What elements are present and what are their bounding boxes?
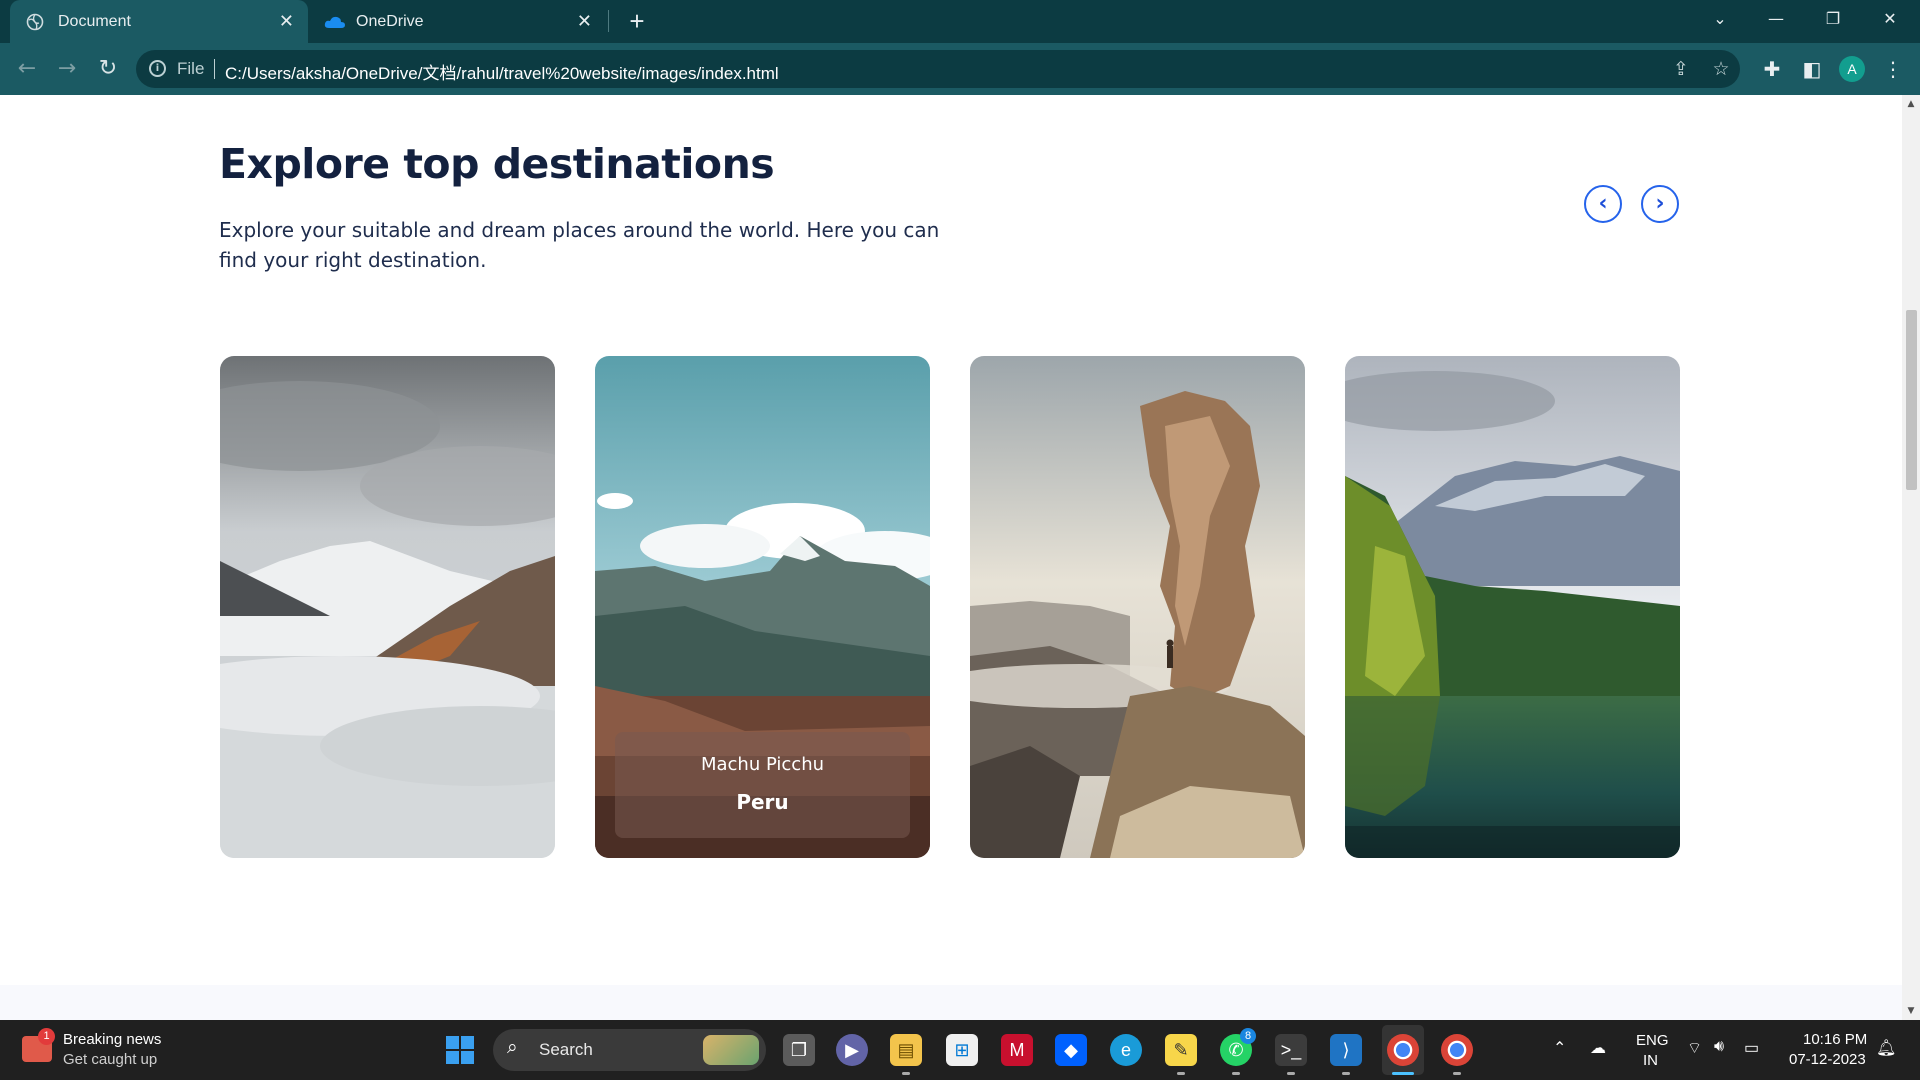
- back-arrow-icon[interactable]: ←: [10, 52, 44, 86]
- forward-arrow-icon[interactable]: →: [50, 52, 84, 86]
- destination-country: Peru: [736, 790, 789, 814]
- file-explorer-icon[interactable]: ▤: [890, 1034, 922, 1066]
- teams-chat-icon[interactable]: ▶: [836, 1034, 868, 1066]
- web-page: Explore top destinations Explore your su…: [0, 95, 1902, 1020]
- dropbox-icon[interactable]: ◆: [1055, 1034, 1087, 1066]
- info-icon[interactable]: i: [149, 60, 166, 77]
- running-indicator: [1232, 1072, 1240, 1075]
- file-scheme-label: File: [177, 59, 205, 78]
- tab-separator: [608, 10, 609, 32]
- tab-close-icon[interactable]: ✕: [279, 11, 294, 32]
- edge-browser-icon[interactable]: e: [1110, 1034, 1142, 1066]
- running-indicator: [1453, 1072, 1461, 1075]
- tab-close-icon[interactable]: ✕: [577, 11, 592, 32]
- task-view-icon[interactable]: ❐: [783, 1034, 815, 1066]
- page-title: Explore top destinations: [219, 140, 775, 188]
- windows-taskbar: 1 Breaking news Get caught up ⌕ Search ❐…: [0, 1020, 1920, 1080]
- scrollbar-thumb[interactable]: [1906, 310, 1917, 490]
- destination-caption: Machu Picchu Peru: [615, 732, 910, 838]
- globe-icon: [26, 13, 44, 30]
- alpine-lake-forest-image: [1345, 356, 1680, 858]
- carousel-next-button[interactable]: ›: [1641, 185, 1679, 223]
- address-separator: [214, 59, 215, 79]
- bookmark-star-icon[interactable]: ☆: [1708, 56, 1734, 82]
- search-icon: ⌕: [507, 1037, 518, 1058]
- scroll-down-arrow-icon[interactable]: ▼: [1902, 1006, 1920, 1016]
- running-indicator: [1177, 1072, 1185, 1075]
- url-text[interactable]: C:/Users/aksha/OneDrive/文档/rahul/travel%…: [225, 59, 779, 84]
- destination-card-canyon[interactable]: [970, 356, 1305, 858]
- terminal-icon[interactable]: >_: [1275, 1034, 1307, 1066]
- clock-date[interactable]: 07-12-2023: [1789, 1051, 1866, 1068]
- new-tab-button[interactable]: +: [622, 6, 652, 36]
- tab-title: Document: [58, 12, 131, 30]
- destination-place: Machu Picchu: [700, 754, 825, 775]
- wifi-icon[interactable]: ⌔: [1687, 1038, 1702, 1058]
- notification-bell-icon[interactable]: 🔔︎: [1876, 1038, 1896, 1058]
- news-widget-title[interactable]: Breaking news: [63, 1031, 161, 1048]
- reload-icon[interactable]: ↻: [91, 52, 125, 86]
- volume-icon[interactable]: 🔊︎: [1714, 1038, 1724, 1056]
- news-widget-subtitle[interactable]: Get caught up: [63, 1051, 157, 1068]
- destination-card-machu-picchu[interactable]: Machu Picchu Peru: [595, 356, 930, 858]
- carousel-prev-button[interactable]: ‹: [1584, 185, 1622, 223]
- chrome-profile-icon[interactable]: [1441, 1034, 1473, 1066]
- canyon-rock-pillar-image: [970, 356, 1305, 858]
- running-indicator: [1342, 1072, 1350, 1075]
- vscode-icon[interactable]: ⟩: [1330, 1034, 1362, 1066]
- address-bar[interactable]: i File C:/Users/aksha/OneDrive/文档/rahul/…: [136, 50, 1740, 88]
- battery-icon[interactable]: ▭: [1744, 1038, 1759, 1058]
- clock-time[interactable]: 10:16 PM: [1803, 1031, 1867, 1048]
- extensions-puzzle-icon[interactable]: ✚: [1758, 55, 1786, 83]
- destination-card-foggy-mountain[interactable]: [220, 356, 555, 858]
- browser-toolbar: ← → ↻ i File C:/Users/aksha/OneDrive/文档/…: [0, 43, 1920, 95]
- share-icon[interactable]: ⇪: [1668, 56, 1694, 82]
- news-notification-badge: 1: [38, 1028, 55, 1045]
- search-label: Search: [539, 1040, 593, 1059]
- running-indicator: [902, 1072, 910, 1075]
- active-app-indicator: [1392, 1072, 1414, 1075]
- search-highlight-image: [703, 1035, 759, 1065]
- sticky-notes-icon[interactable]: ✎: [1165, 1034, 1197, 1066]
- windows-start-icon[interactable]: [446, 1036, 476, 1066]
- next-section-background: [0, 985, 1902, 1020]
- tab-onedrive[interactable]: OneDrive ✕: [316, 0, 606, 43]
- onedrive-cloud-icon: [324, 16, 345, 28]
- profile-avatar[interactable]: A: [1839, 56, 1865, 82]
- minimize-icon[interactable]: —: [1748, 0, 1804, 40]
- restore-icon[interactable]: ❐: [1805, 0, 1861, 40]
- running-indicator: [1287, 1072, 1295, 1075]
- onedrive-tray-icon[interactable]: ☁: [1590, 1038, 1606, 1058]
- chrome-icon[interactable]: [1387, 1034, 1419, 1066]
- browser-tab-bar: Document ✕ OneDrive ✕ + ⌄ — ❐ ✕: [0, 0, 1920, 43]
- foggy-mountain-image: [220, 356, 555, 858]
- whatsapp-notification-badge: 8: [1240, 1028, 1256, 1044]
- menu-kebab-icon[interactable]: ⋮: [1879, 55, 1907, 83]
- microsoft-store-icon[interactable]: ⊞: [946, 1034, 978, 1066]
- page-description: Explore your suitable and dream places a…: [219, 218, 940, 272]
- input-language[interactable]: ENG: [1636, 1032, 1669, 1049]
- show-hidden-icons-chevron-icon[interactable]: ⌃: [1553, 1038, 1566, 1058]
- tab-search-chevron-icon[interactable]: ⌄: [1692, 0, 1748, 40]
- side-panel-icon[interactable]: ◧: [1798, 55, 1826, 83]
- close-window-icon[interactable]: ✕: [1862, 0, 1918, 40]
- scroll-up-arrow-icon[interactable]: ▲: [1902, 99, 1920, 109]
- taskbar-search-box[interactable]: ⌕ Search: [493, 1029, 766, 1071]
- page-scrollbar[interactable]: ▲ ▼: [1902, 95, 1920, 1020]
- tab-title: OneDrive: [356, 12, 424, 30]
- tab-document[interactable]: Document ✕: [10, 0, 308, 43]
- mcafee-icon[interactable]: M: [1001, 1034, 1033, 1066]
- destination-card-alpine-lake[interactable]: [1345, 356, 1680, 858]
- input-region[interactable]: IN: [1643, 1052, 1658, 1069]
